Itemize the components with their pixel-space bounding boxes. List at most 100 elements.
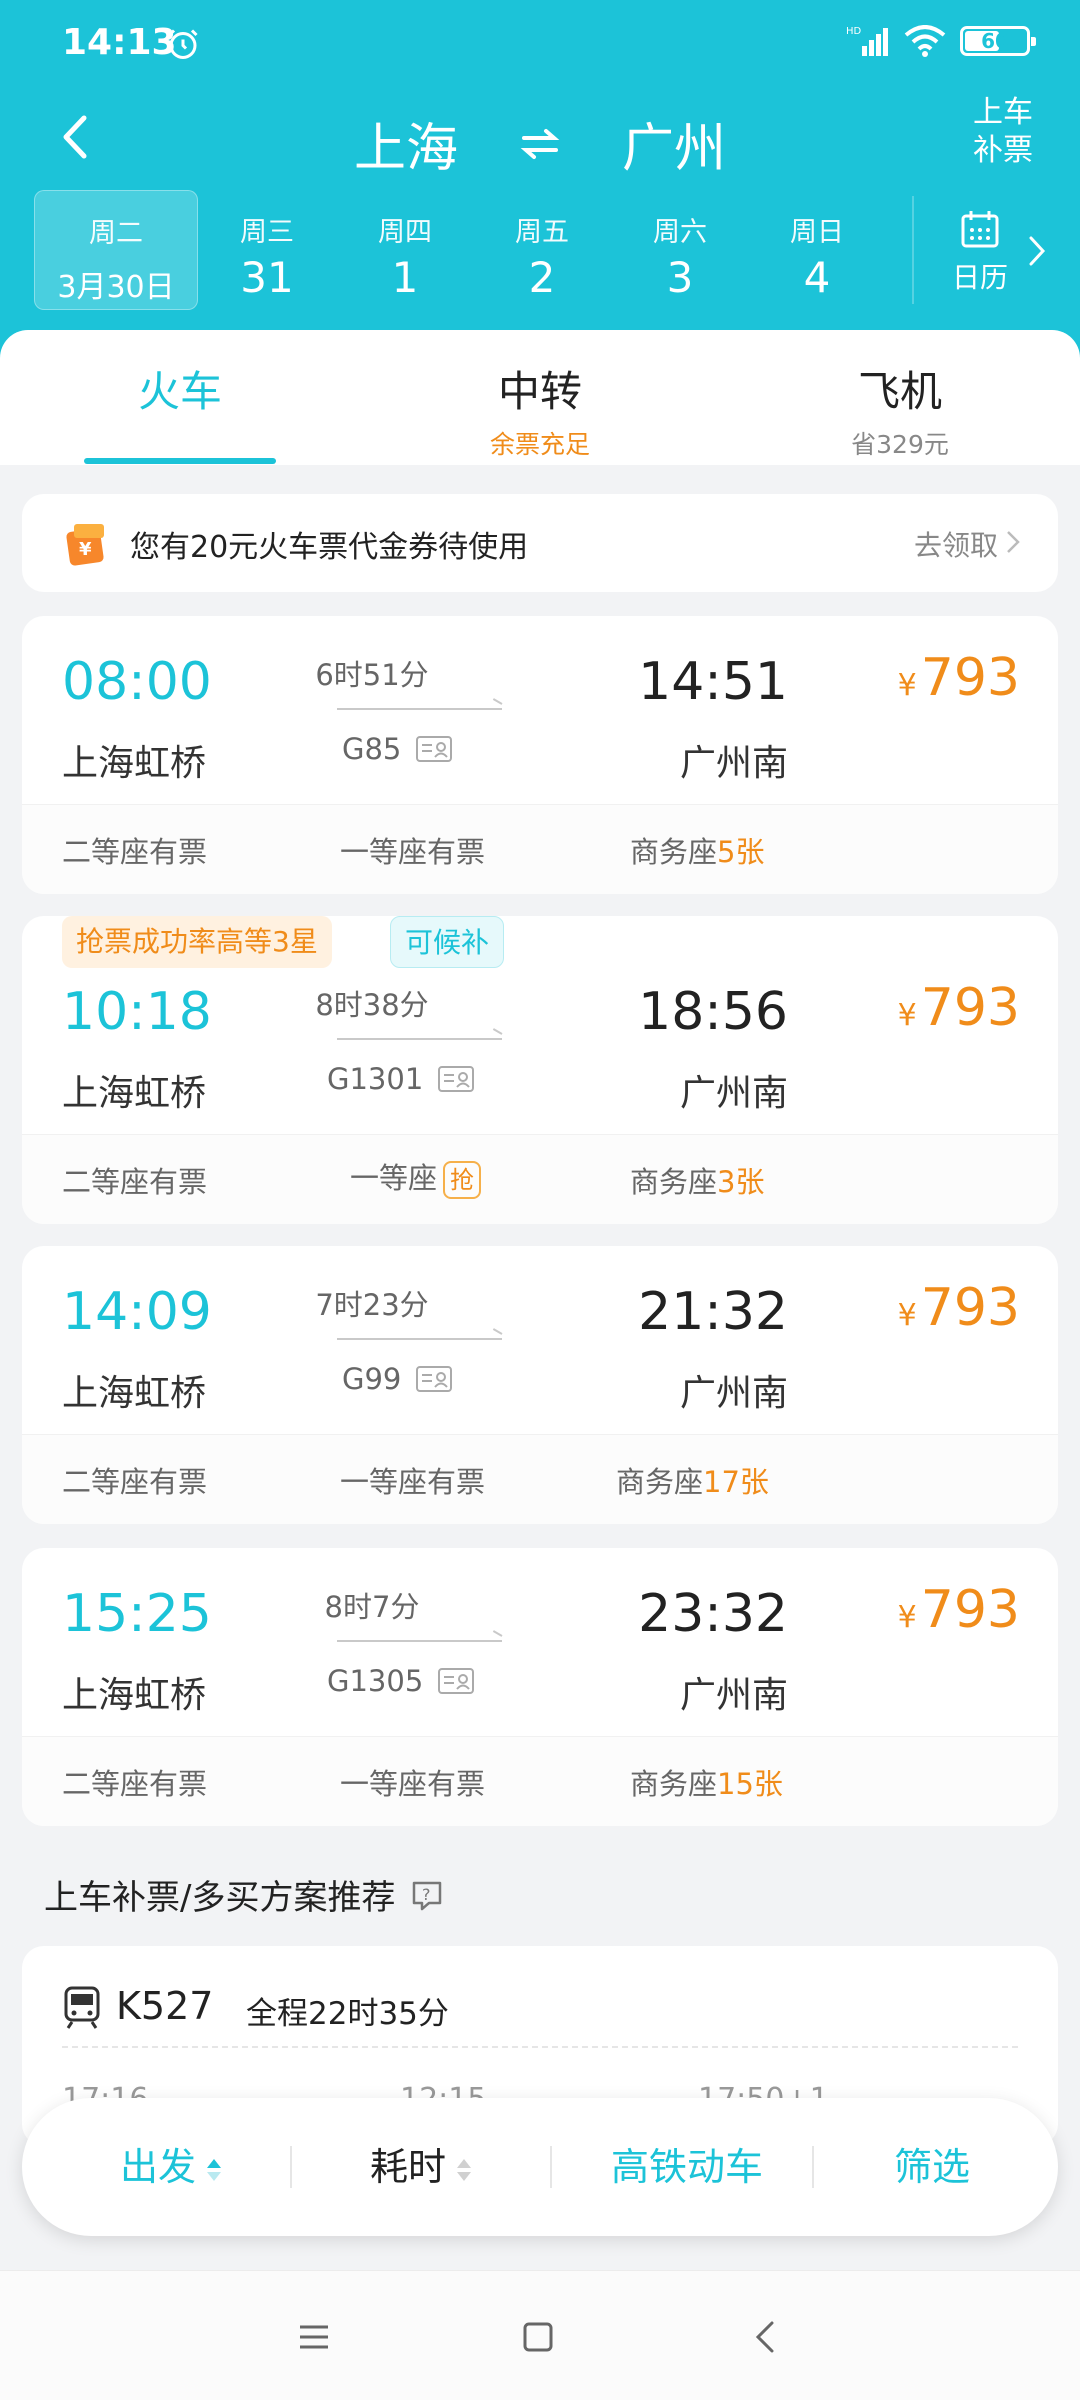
seat-first-class: 一等座有票: [340, 1465, 486, 1499]
date-divider: [912, 196, 914, 304]
arrival-station: 广州南: [679, 1675, 788, 1716]
calendar-icon: [961, 211, 999, 248]
id-card-icon: [438, 1066, 475, 1092]
date-item[interactable]: 周三 31: [222, 190, 312, 310]
menu-icon[interactable]: [294, 2317, 334, 2357]
seat-business: 商务座15张: [630, 1767, 783, 1801]
coupon-banner[interactable]: ¥ 您有20元火车票代金券待使用 去领取: [22, 494, 1058, 592]
train-number-text: G85: [342, 732, 402, 766]
help-icon[interactable]: ?: [409, 1877, 445, 1913]
arrival-time: 23:32: [638, 1584, 788, 1644]
tab-sublabel: 余票充足: [489, 430, 590, 459]
seat-second-class: 二等座有票: [62, 1165, 208, 1199]
date-item[interactable]: 周六 3: [635, 190, 725, 310]
price-value: 793: [920, 1278, 1020, 1338]
date-item-selected[interactable]: 周二 3月30日: [34, 190, 198, 310]
date-weekday: 周二: [89, 218, 143, 249]
seat-availability: 二等座有票 一等座有票 商务座5张: [22, 804, 1058, 894]
coupon-action[interactable]: 去领取: [914, 524, 998, 564]
departure-station: 上海虹桥: [62, 1073, 207, 1114]
high-speed-filter[interactable]: 高铁动车: [572, 2098, 802, 2236]
train-card[interactable]: 15:25 上海虹桥 8时7分 G1305 23:32 广州南 ¥793 二等座…: [22, 1548, 1058, 1826]
price: ¥793: [898, 978, 1020, 1038]
arrival-time: 21:32: [638, 1282, 788, 1342]
train-number-text: G1301: [327, 1062, 424, 1096]
svg-text:¥: ¥: [79, 539, 92, 560]
train-icon: [64, 1986, 100, 2029]
seat-availability: 二等座有票 一等座有票 商务座17张: [22, 1434, 1058, 1524]
grab-ticket-badge[interactable]: 抢: [443, 1161, 482, 1199]
tab-sublabel: 省329元: [851, 430, 949, 459]
calendar-button[interactable]: 日历: [945, 208, 1015, 296]
duration-arrow: [337, 708, 502, 710]
duration: 8时7分: [324, 1590, 420, 1624]
departure-station: 上海虹桥: [62, 743, 207, 784]
duration: 8时38分: [315, 988, 429, 1022]
seat-business: 商务座17张: [616, 1465, 769, 1499]
to-city[interactable]: 广州: [622, 106, 726, 181]
date-weekday: 周日: [790, 217, 844, 248]
seat-business: 商务座3张: [630, 1165, 765, 1199]
date-item[interactable]: 周四 1: [360, 190, 450, 310]
coupon-icon: ¥: [66, 524, 104, 566]
tab-train[interactable]: 火车: [0, 330, 360, 419]
header: 14:13 HD 60 上海 广州 上车 补票 周二 3月30日 周三 31 周…: [0, 0, 1080, 360]
filter-button[interactable]: 筛选: [832, 2098, 1032, 2236]
status-icons: HD 60: [846, 24, 1036, 58]
chevron-right-icon[interactable]: [1025, 234, 1049, 268]
date-item[interactable]: 周日 4: [772, 190, 862, 310]
train-card[interactable]: 14:09 上海虹桥 7时23分 G99 21:32 广州南 ¥793 二等座有…: [22, 1246, 1058, 1524]
from-city[interactable]: 上海: [354, 106, 458, 181]
signal-icon: HD: [846, 26, 888, 56]
divider: [62, 2046, 1018, 2048]
calendar-label: 日历: [951, 261, 1008, 294]
price: ¥793: [898, 648, 1020, 708]
mode-tabs: 火车 中转 余票充足 飞机 省329元: [0, 330, 1080, 465]
price: ¥793: [898, 1278, 1020, 1338]
currency-symbol: ¥: [897, 1298, 917, 1333]
seat-business: 商务座5张: [630, 835, 765, 869]
date-item[interactable]: 周五 2: [497, 190, 587, 310]
separator: [812, 2146, 814, 2188]
status-time: 14:13: [62, 22, 177, 63]
date-day: 1: [391, 253, 419, 302]
buqiao-line2: 补票: [973, 133, 1033, 168]
route[interactable]: 上海 广州: [0, 106, 1080, 181]
train-card[interactable]: 抢票成功率高等3星 可候补 10:18 上海虹桥 8时38分 G1301 18:…: [22, 916, 1058, 1224]
wifi-icon: [904, 25, 946, 57]
tab-transfer[interactable]: 中转 余票充足: [360, 330, 720, 461]
arrival-time: 18:56: [638, 982, 788, 1042]
seat-second-class: 二等座有票: [62, 1465, 208, 1499]
success-rate-badge: 抢票成功率高等3星: [62, 916, 332, 968]
sort-by-duration[interactable]: 耗时: [312, 2098, 532, 2236]
departure-time: 15:25: [62, 1584, 212, 1644]
duration-arrow: [337, 1640, 502, 1642]
battery-icon: 60: [960, 26, 1036, 56]
sort-by-departure[interactable]: 出发: [62, 2098, 282, 2236]
status-bar: 14:13 HD 60: [0, 0, 1080, 90]
swap-icon[interactable]: [518, 122, 562, 166]
buqiao-line1: 上车: [973, 95, 1033, 130]
tab-label: 中转: [497, 367, 582, 416]
train-number-text: G99: [342, 1362, 402, 1396]
train-card[interactable]: 08:00 上海虹桥 6时51分 G85 14:51 广州南 ¥793 二等座有…: [22, 616, 1058, 894]
currency-symbol: ¥: [897, 1600, 917, 1635]
price: ¥793: [898, 1580, 1020, 1640]
date-weekday: 周四: [378, 217, 432, 248]
buqiao-button[interactable]: 上车 补票: [968, 94, 1038, 170]
home-icon[interactable]: [518, 2317, 558, 2357]
system-navigation-bar: [0, 2270, 1080, 2400]
currency-symbol: ¥: [897, 998, 917, 1033]
date-weekday: 周六: [653, 217, 707, 248]
seat-availability: 二等座有票 一等座有票 商务座15张: [22, 1736, 1058, 1826]
departure-station: 上海虹桥: [62, 1373, 207, 1414]
waitlist-badge: 可候补: [390, 916, 505, 968]
duration: 6时51分: [315, 658, 429, 692]
seat-availability: 二等座有票 一等座抢 商务座3张: [22, 1134, 1058, 1224]
duration-arrow: [337, 1038, 502, 1040]
tab-flight[interactable]: 飞机 省329元: [720, 330, 1080, 461]
date-day: 3月30日: [57, 270, 175, 305]
departure-time: 10:18: [62, 982, 212, 1042]
back-nav-icon[interactable]: [746, 2317, 786, 2357]
id-card-icon: [416, 1366, 453, 1392]
